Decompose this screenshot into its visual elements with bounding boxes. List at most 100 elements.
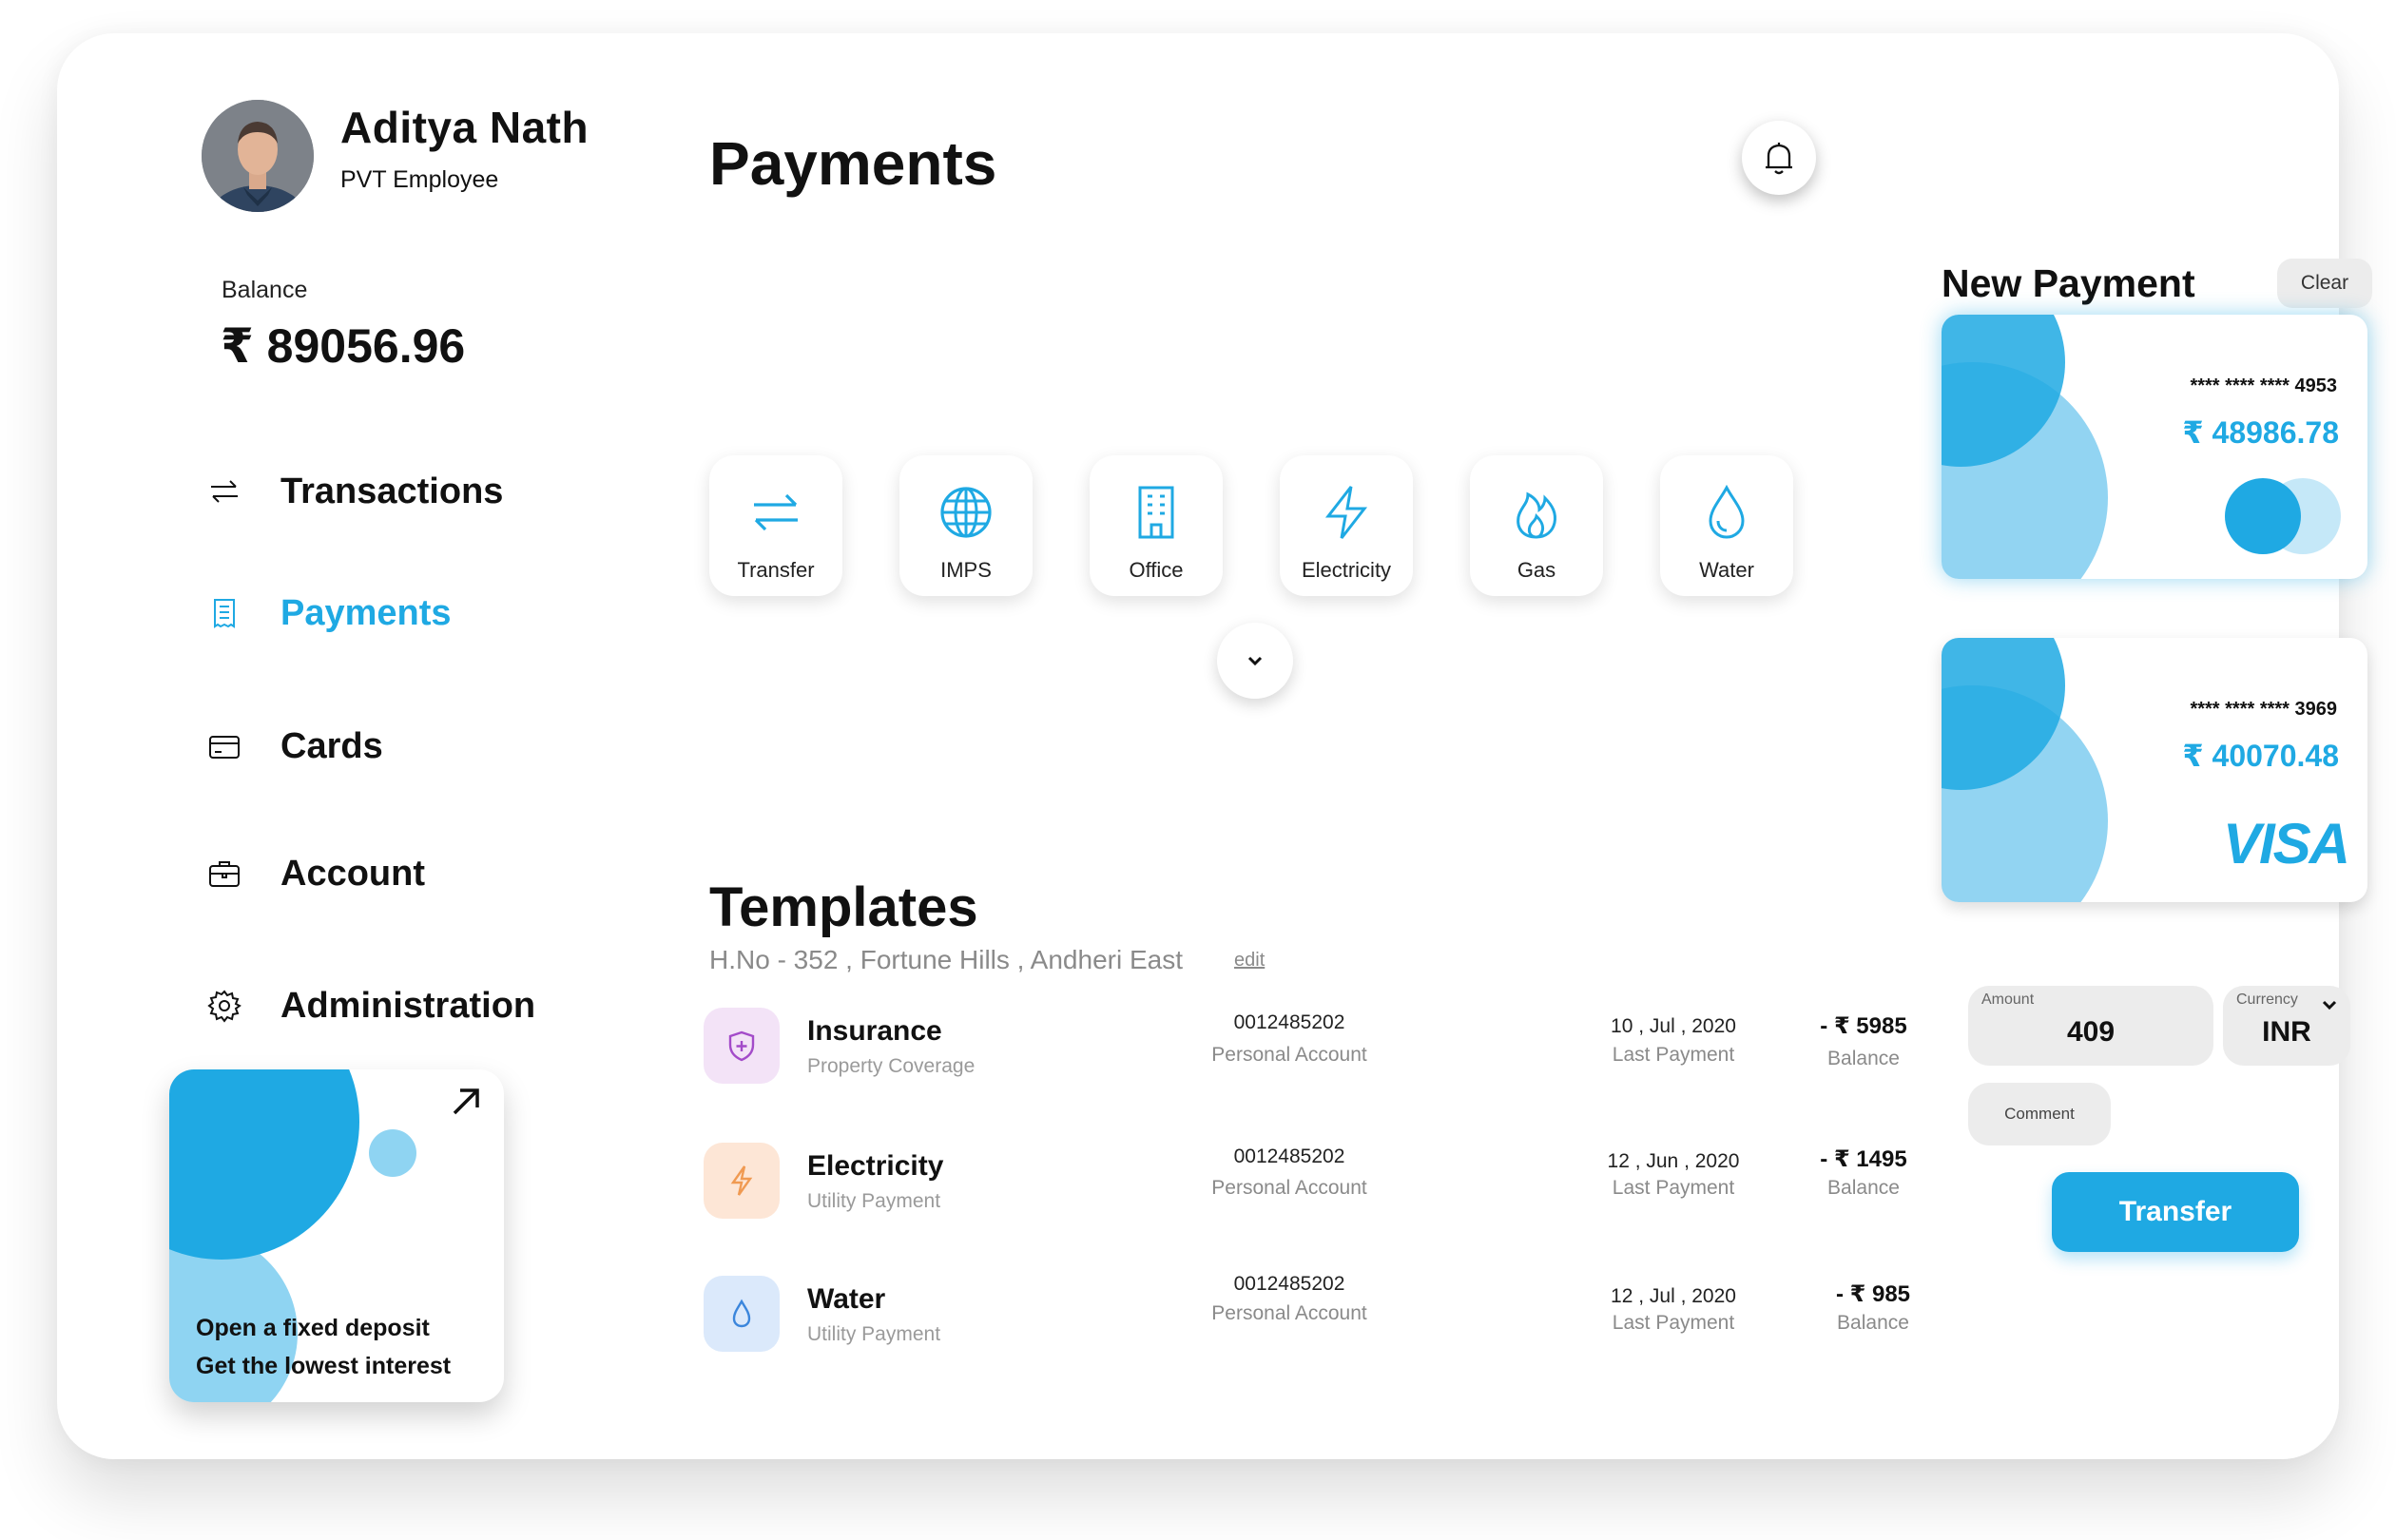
- account-type: Personal Account: [1211, 1302, 1367, 1324]
- amount-label: Amount: [1981, 991, 2035, 1008]
- lightning-icon: [704, 1143, 780, 1219]
- category-gas[interactable]: Gas: [1470, 455, 1603, 596]
- transfer-button[interactable]: Transfer: [2052, 1172, 2299, 1252]
- category-water[interactable]: Water: [1660, 455, 1793, 596]
- expand-categories-button[interactable]: [1217, 623, 1293, 699]
- category-label: Electricity: [1301, 558, 1392, 582]
- flame-icon: [1506, 482, 1567, 543]
- balance-value: ₹ 89056.96: [221, 319, 466, 373]
- sidebar-item-cards[interactable]: Cards: [204, 718, 383, 775]
- arrow-up-right-icon[interactable]: [447, 1083, 485, 1121]
- gear-icon: [204, 986, 244, 1026]
- amount-label: Balance: [1827, 1177, 1900, 1199]
- amount: - ₹ 5985: [1820, 1013, 1907, 1039]
- amount: - ₹ 985: [1835, 1281, 1911, 1307]
- account-number: 0012485202: [1233, 1145, 1345, 1167]
- sidebar-item-account[interactable]: Account: [204, 845, 425, 902]
- new-payment-title: New Payment: [1942, 261, 2195, 305]
- card-number: **** **** **** 4953: [2190, 375, 2337, 396]
- page-title: Payments: [709, 129, 997, 198]
- template-row-insurance[interactable]: Insurance Property Coverage 0012485202 P…: [704, 1008, 1940, 1088]
- currency-select[interactable]: Currency INR: [2223, 986, 2350, 1066]
- template-row-electricity[interactable]: Electricity Utility Payment 0012485202 P…: [704, 1143, 1940, 1222]
- sidebar-item-label: Account: [280, 853, 425, 894]
- payment-categories: Transfer IMPS Office Electricity Gas Wat…: [709, 455, 1793, 596]
- account-type: Personal Account: [1211, 1177, 1367, 1199]
- card-balance: ₹ 40070.48: [2182, 739, 2339, 773]
- credit-card-icon: [204, 726, 244, 766]
- account-type: Personal Account: [1211, 1044, 1367, 1066]
- template-name: Electricity: [807, 1150, 944, 1182]
- edit-address-link[interactable]: edit: [1234, 950, 1265, 972]
- templates-title: Templates: [709, 876, 978, 938]
- swap-arrows-icon: [204, 472, 244, 511]
- category-imps[interactable]: IMPS: [899, 455, 1033, 596]
- card-balance: ₹ 48986.78: [2182, 415, 2339, 450]
- last-payment-label: Last Payment: [1612, 1044, 1735, 1066]
- template-name: Insurance: [807, 1015, 942, 1047]
- chevron-down-icon: [1247, 656, 1263, 666]
- card-4953[interactable]: **** **** **** 4953 ₹ 48986.78: [1942, 315, 2367, 579]
- last-payment-date: 10 , Jul , 2020: [1611, 1015, 1736, 1037]
- last-payment-label: Last Payment: [1612, 1312, 1735, 1334]
- currency-value: INR: [2262, 1016, 2311, 1048]
- notifications-button[interactable]: [1742, 121, 1816, 195]
- amount-value[interactable]: 409: [1968, 1016, 2213, 1049]
- sidebar-item-label: Cards: [280, 725, 383, 766]
- category-label: Gas: [1517, 558, 1556, 582]
- template-type: Property Coverage: [807, 1055, 976, 1077]
- card-number: **** **** **** 3969: [2190, 699, 2337, 720]
- category-label: Transfer: [737, 558, 815, 582]
- avatar[interactable]: [202, 100, 314, 212]
- category-label: Water: [1699, 558, 1754, 582]
- sidebar-item-payments[interactable]: Payments: [204, 585, 452, 642]
- currency-label: Currency: [2236, 991, 2298, 1008]
- bell-icon: [1766, 143, 1792, 175]
- last-payment-date: 12 , Jul , 2020: [1611, 1285, 1736, 1307]
- sidebar-item-administration[interactable]: Administration: [204, 977, 535, 1034]
- account-number: 0012485202: [1233, 1273, 1345, 1295]
- comment-field[interactable]: Comment: [1968, 1083, 2111, 1145]
- water-drop-icon: [704, 1276, 780, 1352]
- visa-logo: VISA: [2222, 812, 2350, 876]
- category-transfer[interactable]: Transfer: [709, 455, 842, 596]
- amount-label: Balance: [1837, 1312, 1909, 1334]
- amount-field[interactable]: Amount 409: [1968, 986, 2213, 1066]
- category-label: IMPS: [940, 558, 992, 582]
- transfer-icon: [745, 482, 806, 543]
- card-3969[interactable]: **** **** **** 3969 ₹ 40070.48 VISA: [1942, 638, 2367, 902]
- app-window: Aditya Nath PVT Employee Balance ₹ 89056…: [57, 33, 2372, 1459]
- sidebar-item-transactions[interactable]: Transactions: [204, 463, 503, 520]
- category-office[interactable]: Office: [1090, 455, 1223, 596]
- fixed-deposit-promo-card[interactable]: Open a fixed deposit Get the lowest inte…: [169, 1069, 504, 1402]
- chevron-down-icon: [2320, 995, 2339, 1014]
- sidebar-item-label: Payments: [280, 592, 452, 633]
- amount: - ₹ 1495: [1820, 1146, 1907, 1172]
- last-payment-date: 12 , Jun , 2020: [1607, 1150, 1740, 1172]
- user-name: Aditya Nath: [340, 103, 589, 152]
- template-name: Water: [807, 1283, 886, 1315]
- category-electricity[interactable]: Electricity: [1280, 455, 1413, 596]
- decorative-circle: [169, 1069, 359, 1260]
- balance-label: Balance: [222, 277, 308, 303]
- amount-label: Balance: [1827, 1048, 1900, 1069]
- last-payment-label: Last Payment: [1612, 1177, 1735, 1199]
- shield-icon: [704, 1008, 780, 1084]
- account-number: 0012485202: [1233, 1011, 1345, 1033]
- promo-line-1: Open a fixed deposit: [196, 1315, 430, 1341]
- template-type: Utility Payment: [807, 1323, 941, 1345]
- template-type: Utility Payment: [807, 1190, 941, 1212]
- receipt-icon: [204, 593, 244, 633]
- sidebar-item-label: Administration: [280, 985, 536, 1026]
- templates-address: H.No - 352 , Fortune Hills , Andheri Eas…: [709, 945, 1183, 974]
- user-role: PVT Employee: [340, 166, 499, 193]
- briefcase-icon: [204, 854, 244, 894]
- mastercard-logo: [2225, 478, 2301, 554]
- sidebar-item-label: Transactions: [280, 471, 504, 511]
- template-row-water[interactable]: Water Utility Payment 0012485202 Persona…: [704, 1273, 1940, 1356]
- lightning-icon: [1316, 482, 1377, 543]
- water-drop-icon: [1696, 482, 1757, 543]
- decorative-circle: [369, 1129, 416, 1177]
- category-label: Office: [1129, 558, 1184, 582]
- clear-button[interactable]: Clear: [2277, 259, 2372, 308]
